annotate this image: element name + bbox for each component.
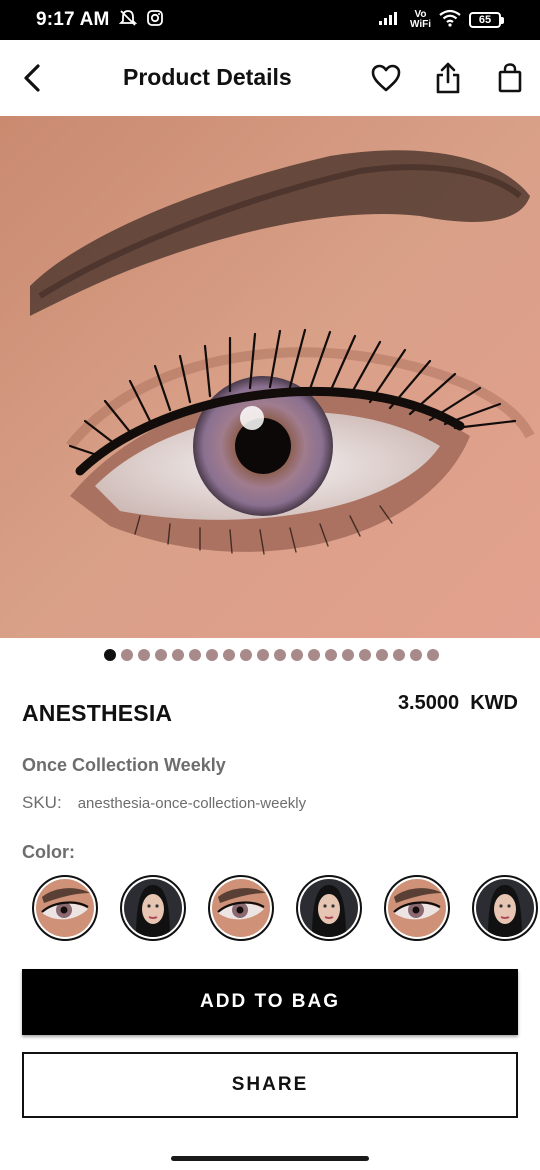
share-icon (436, 62, 460, 94)
gallery-dot[interactable] (205, 649, 218, 661)
gallery-dot[interactable] (392, 649, 405, 661)
gallery-dot[interactable] (137, 649, 150, 661)
vowifi-bottom: WiFi (409, 19, 431, 30)
gallery-dot[interactable] (358, 649, 371, 661)
swatch-eye-image (388, 879, 446, 937)
page-title: Product Details (123, 64, 292, 90)
gallery-dot[interactable] (256, 649, 269, 661)
gallery-dot[interactable] (103, 649, 116, 661)
wishlist-button[interactable] (369, 60, 403, 96)
swatch-model-image (476, 879, 534, 937)
mute-icon (118, 8, 138, 33)
share-header-button[interactable] (431, 60, 465, 96)
battery-level: 65 (469, 12, 501, 28)
heart-icon (371, 64, 401, 92)
app-header: Product Details (0, 40, 540, 116)
color-swatch-list (0, 872, 540, 942)
gallery-dot[interactable] (154, 649, 167, 661)
gallery-dot[interactable] (120, 649, 133, 661)
swatch-eye-image (36, 879, 94, 937)
color-swatch[interactable] (32, 875, 98, 941)
bag-button[interactable] (493, 60, 527, 96)
sku-value: anesthesia-once-collection-weekly (77, 795, 307, 812)
gallery-dot[interactable] (426, 649, 439, 661)
color-swatch[interactable] (384, 875, 450, 941)
swatch-eye-image (212, 879, 270, 937)
gallery-dot[interactable] (307, 649, 320, 661)
gallery-dot[interactable] (409, 649, 422, 661)
status-bar: 9:17 AM Vo WiFi 65 (0, 0, 540, 40)
gallery-dot[interactable] (171, 649, 184, 661)
shopping-bag-icon (498, 63, 522, 93)
product-collection: Once Collection Weekly (22, 755, 226, 775)
battery-icon: 65 (469, 12, 504, 28)
gallery-dot[interactable] (324, 649, 337, 661)
sku-label: SKU: (22, 793, 62, 812)
wifi-icon (439, 9, 461, 32)
sku-row: SKU: anesthesia-once-collection-weekly (22, 793, 306, 813)
product-name: ANESTHESIA (22, 700, 173, 726)
color-label: Color: (22, 842, 75, 862)
color-swatch[interactable] (472, 875, 538, 941)
share-button[interactable]: SHARE (22, 1052, 518, 1118)
swatch-model-image (300, 879, 358, 937)
gallery-dot[interactable] (375, 649, 388, 661)
signal-icon (378, 10, 402, 31)
color-swatch[interactable] (120, 875, 186, 941)
back-arrow-icon (24, 64, 40, 92)
back-button[interactable] (16, 62, 48, 94)
color-swatch[interactable] (296, 875, 362, 941)
product-price: 3.5000 KWD (397, 692, 518, 714)
product-image[interactable] (0, 116, 540, 638)
gallery-pagination[interactable] (0, 649, 540, 663)
swatch-model-image (124, 879, 182, 937)
home-indicator[interactable] (171, 1156, 369, 1161)
status-time: 9:17 AM (36, 9, 110, 30)
gallery-dot[interactable] (188, 649, 201, 661)
add-to-bag-button[interactable]: ADD TO BAG (22, 969, 518, 1035)
color-swatch[interactable] (208, 875, 274, 941)
instagram-icon (146, 9, 164, 32)
gallery-dot[interactable] (273, 649, 286, 661)
gallery-dot[interactable] (341, 649, 354, 661)
gallery-dot[interactable] (290, 649, 303, 661)
gallery-dot[interactable] (239, 649, 252, 661)
gallery-dot[interactable] (222, 649, 235, 661)
vowifi-indicator: Vo WiFi (410, 10, 431, 30)
